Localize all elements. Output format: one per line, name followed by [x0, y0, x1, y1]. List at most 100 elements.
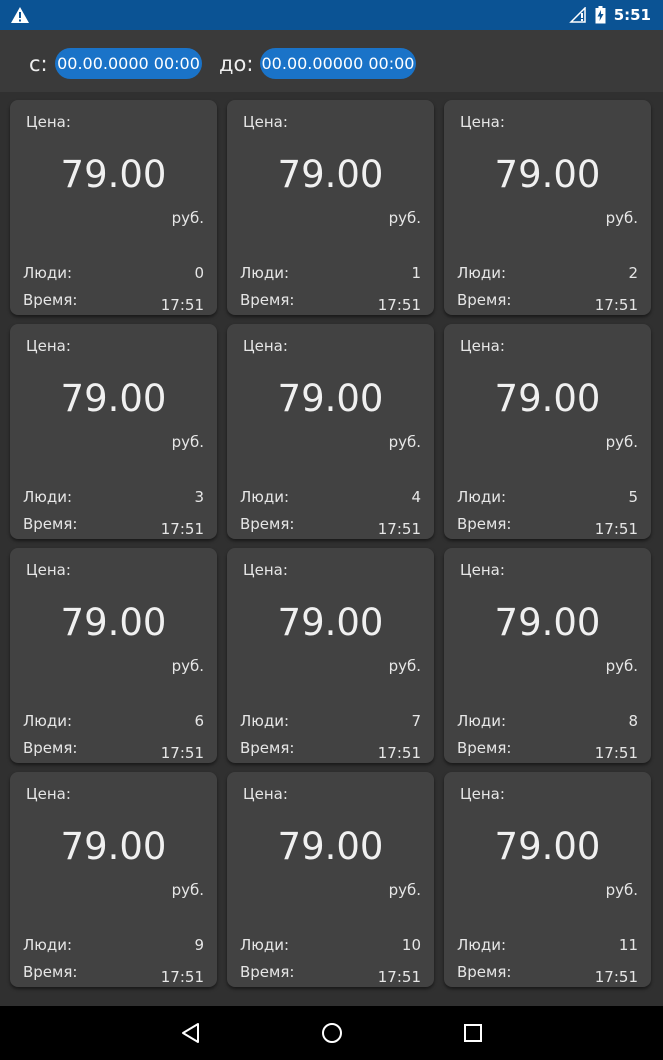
- currency-label: руб.: [605, 657, 638, 675]
- time-value: 17:51: [160, 520, 204, 538]
- people-label: Люди:: [240, 936, 290, 954]
- time-value: 17:51: [594, 296, 638, 314]
- people-value: 7: [411, 712, 421, 730]
- people-label: Люди:: [240, 264, 290, 282]
- price-value: 79.00: [494, 601, 601, 644]
- people-value: 2: [628, 264, 638, 282]
- back-icon[interactable]: [179, 1021, 203, 1045]
- currency-label: руб.: [171, 657, 204, 675]
- people-value: 1: [411, 264, 421, 282]
- price-value: 79.00: [60, 377, 167, 420]
- currency-label: руб.: [171, 209, 204, 227]
- from-label: с:: [29, 52, 48, 76]
- price-card[interactable]: Цена: 79.00 руб. Люди: 4 Время: 17:51: [227, 324, 434, 539]
- price-value: 79.00: [60, 601, 167, 644]
- time-value: 17:51: [594, 744, 638, 762]
- price-label: Цена:: [243, 561, 288, 579]
- recents-icon[interactable]: [461, 1021, 485, 1045]
- price-label: Цена:: [26, 561, 71, 579]
- people-label: Люди:: [240, 488, 290, 506]
- people-label: Люди:: [23, 936, 73, 954]
- price-card[interactable]: Цена: 79.00 руб. Люди: 6 Время: 17:51: [10, 548, 217, 763]
- price-card[interactable]: Цена: 79.00 руб. Люди: 11 Время: 17:51: [444, 772, 651, 987]
- time-label: Время:: [240, 963, 295, 981]
- status-bar: 5:51: [0, 0, 663, 30]
- time-value: 17:51: [377, 968, 421, 986]
- price-value: 79.00: [60, 153, 167, 196]
- time-value: 17:51: [377, 296, 421, 314]
- price-value: 79.00: [494, 825, 601, 868]
- price-value: 79.00: [277, 601, 384, 644]
- warning-icon: [11, 7, 29, 23]
- price-label: Цена:: [460, 561, 505, 579]
- people-value: 9: [194, 936, 204, 954]
- navigation-bar: [0, 1006, 663, 1060]
- time-label: Время:: [240, 291, 295, 309]
- time-label: Время:: [23, 515, 78, 533]
- time-value: 17:51: [377, 520, 421, 538]
- price-card[interactable]: Цена: 79.00 руб. Люди: 9 Время: 17:51: [10, 772, 217, 987]
- date-filter-bar: с: 00.00.0000 00:00 до: 00.00.00000 00:0…: [0, 30, 663, 92]
- price-card[interactable]: Цена: 79.00 руб. Люди: 3 Время: 17:51: [10, 324, 217, 539]
- signal-icon: [568, 7, 586, 23]
- people-label: Люди:: [240, 712, 290, 730]
- price-value: 79.00: [277, 377, 384, 420]
- time-label: Время:: [23, 739, 78, 757]
- currency-label: руб.: [388, 209, 421, 227]
- time-label: Время:: [457, 291, 512, 309]
- status-time: 5:51: [613, 6, 651, 24]
- people-label: Люди:: [23, 712, 73, 730]
- price-value: 79.00: [60, 825, 167, 868]
- time-label: Время:: [23, 963, 78, 981]
- price-card[interactable]: Цена: 79.00 руб. Люди: 5 Время: 17:51: [444, 324, 651, 539]
- people-value: 6: [194, 712, 204, 730]
- currency-label: руб.: [388, 881, 421, 899]
- currency-label: руб.: [388, 657, 421, 675]
- currency-label: руб.: [388, 433, 421, 451]
- time-value: 17:51: [160, 744, 204, 762]
- price-value: 79.00: [277, 825, 384, 868]
- people-label: Люди:: [457, 264, 507, 282]
- time-label: Время:: [457, 515, 512, 533]
- price-value: 79.00: [277, 153, 384, 196]
- price-card[interactable]: Цена: 79.00 руб. Люди: 0 Время: 17:51: [10, 100, 217, 315]
- people-label: Люди:: [23, 264, 73, 282]
- people-value: 0: [194, 264, 204, 282]
- price-card[interactable]: Цена: 79.00 руб. Люди: 2 Время: 17:51: [444, 100, 651, 315]
- people-value: 8: [628, 712, 638, 730]
- time-label: Время:: [240, 739, 295, 757]
- price-value: 79.00: [494, 153, 601, 196]
- people-value: 4: [411, 488, 421, 506]
- currency-label: руб.: [605, 433, 638, 451]
- price-card[interactable]: Цена: 79.00 руб. Люди: 7 Время: 17:51: [227, 548, 434, 763]
- price-label: Цена:: [460, 785, 505, 803]
- to-label: до:: [219, 52, 254, 76]
- price-label: Цена:: [243, 785, 288, 803]
- battery-icon: [595, 6, 606, 24]
- price-label: Цена:: [26, 785, 71, 803]
- people-label: Люди:: [457, 712, 507, 730]
- time-label: Время:: [457, 739, 512, 757]
- time-value: 17:51: [594, 968, 638, 986]
- price-label: Цена:: [243, 113, 288, 131]
- time-value: 17:51: [594, 520, 638, 538]
- people-value: 5: [628, 488, 638, 506]
- people-label: Люди:: [457, 488, 507, 506]
- people-value: 3: [194, 488, 204, 506]
- price-card[interactable]: Цена: 79.00 руб. Люди: 8 Время: 17:51: [444, 548, 651, 763]
- currency-label: руб.: [171, 433, 204, 451]
- price-label: Цена:: [26, 113, 71, 131]
- price-label: Цена:: [460, 337, 505, 355]
- people-label: Люди:: [457, 936, 507, 954]
- people-label: Люди:: [23, 488, 73, 506]
- status-icons: 5:51: [568, 0, 651, 30]
- people-value: 10: [401, 936, 421, 954]
- time-value: 17:51: [377, 744, 421, 762]
- price-card[interactable]: Цена: 79.00 руб. Люди: 10 Время: 17:51: [227, 772, 434, 987]
- people-value: 11: [618, 936, 638, 954]
- to-date-field[interactable]: 00.00.00000 00:00: [260, 48, 416, 79]
- price-card[interactable]: Цена: 79.00 руб. Люди: 1 Время: 17:51: [227, 100, 434, 315]
- from-date-field[interactable]: 00.00.0000 00:00: [55, 48, 202, 79]
- home-icon[interactable]: [320, 1021, 344, 1045]
- currency-label: руб.: [171, 881, 204, 899]
